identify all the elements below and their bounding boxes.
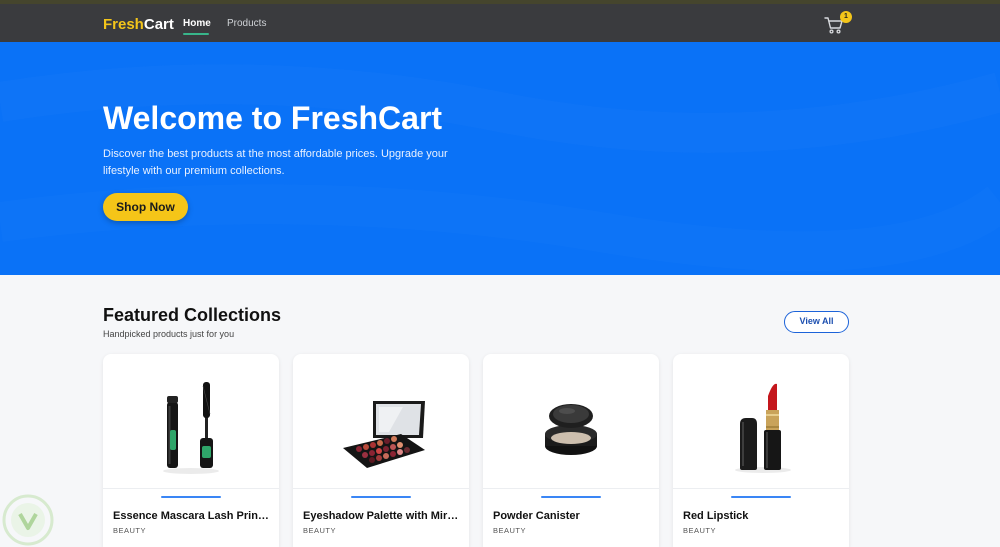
nav-link-products[interactable]: Products: [227, 18, 266, 29]
view-all-button[interactable]: View All: [784, 311, 849, 333]
cart-count-badge: 1: [840, 11, 852, 23]
brand-logo[interactable]: FreshCart: [103, 16, 174, 33]
card-accent-bar: [351, 496, 411, 498]
section-subtitle: Handpicked products just for you: [103, 329, 235, 339]
shop-now-button[interactable]: Shop Now: [103, 193, 188, 221]
product-name[interactable]: Red Lipstick: [683, 510, 841, 522]
product-category: BEAUTY: [683, 526, 717, 535]
nav-active-indicator: [183, 33, 209, 35]
card-divider: [673, 488, 849, 489]
nav-link-home[interactable]: Home: [183, 18, 211, 29]
card-accent-bar: [161, 496, 221, 498]
product-card[interactable]: Red Lipstick BEAUTY: [673, 354, 849, 547]
product-category: BEAUTY: [493, 526, 527, 535]
hero-subtitle: Discover the best products at the most a…: [103, 148, 448, 177]
product-name[interactable]: Powder Canister: [493, 510, 651, 522]
product-card[interactable]: Eyeshadow Palette with Mirror BEAUTY: [293, 354, 469, 547]
red-lipstick-image: [673, 354, 849, 488]
product-name[interactable]: Essence Mascara Lash Princess: [113, 510, 271, 522]
product-card[interactable]: Powder Canister BEAUTY: [483, 354, 659, 547]
card-divider: [293, 488, 469, 489]
card-accent-bar: [541, 496, 601, 498]
card-divider: [483, 488, 659, 489]
product-category: BEAUTY: [303, 526, 337, 535]
product-card[interactable]: Essence Mascara Lash Princess BEAUTY: [103, 354, 279, 547]
eyeshadow-palette-image: [293, 354, 469, 488]
navbar: FreshCart Home Products 1: [0, 4, 1000, 42]
hero-banner: Welcome to FreshCart Discover the best p…: [0, 42, 1000, 275]
card-accent-bar: [731, 496, 791, 498]
mascara-image: [103, 354, 279, 488]
powder-canister-image: [483, 354, 659, 488]
watermark-logo: [0, 490, 56, 547]
product-name[interactable]: Eyeshadow Palette with Mirror: [303, 510, 461, 522]
card-divider: [103, 488, 279, 489]
hero-title: Welcome to FreshCart: [103, 100, 443, 136]
product-category: BEAUTY: [113, 526, 147, 535]
section-title: Featured Collections: [103, 305, 282, 325]
